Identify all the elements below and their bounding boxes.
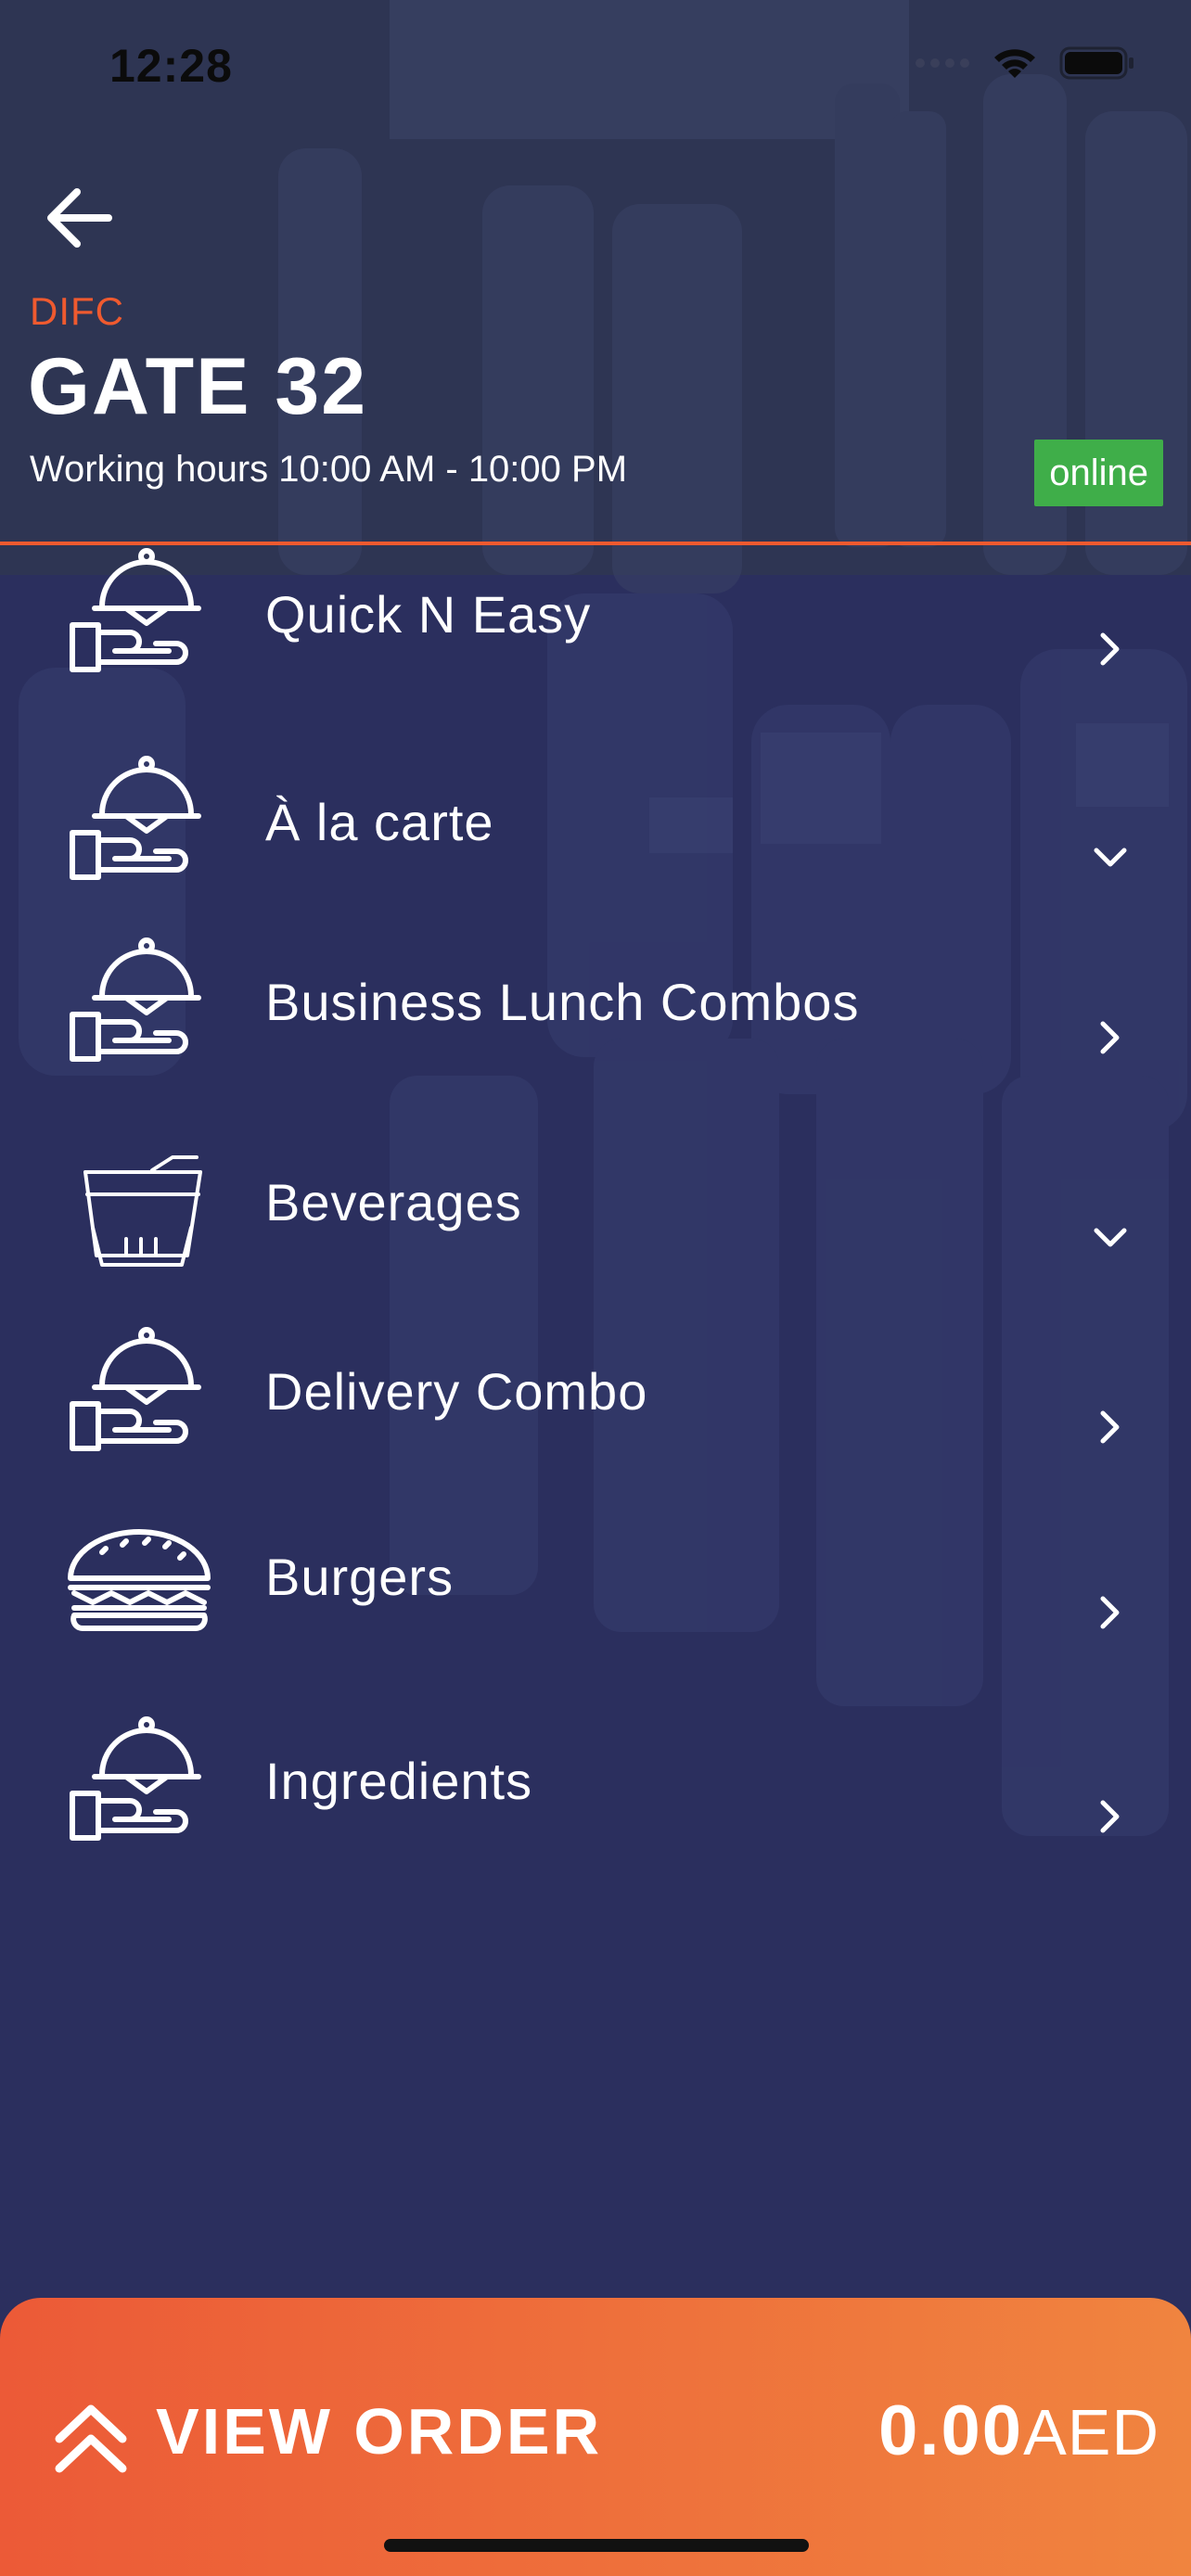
menu-category-label: Quick N Easy [265,585,592,644]
working-hours: Working hours 10:00 AM - 10:00 PM [30,449,628,490]
status-bar: 12:28 [0,0,1191,130]
back-button[interactable] [37,176,121,260]
home-indicator [384,2539,809,2552]
battery-icon [1059,46,1133,80]
arrow-left-icon [47,188,112,248]
menu-category-ingredients[interactable]: Ingredients [0,1712,1191,1869]
wifi-icon [994,49,1035,78]
burger-icon [68,1529,211,1631]
status-icons [915,45,1135,82]
status-badge: online [1034,440,1163,506]
view-order-label: VIEW ORDER [156,2395,603,2468]
chevron-right-icon [1100,1596,1120,1629]
chevron-right-icon [1100,1021,1120,1054]
serving-hand-icon [70,756,201,880]
signal-dots-icon [916,58,969,68]
restaurant-name: GATE 32 [28,342,368,431]
chevron-right-icon [1100,1410,1120,1444]
order-currency: AED [1023,2396,1159,2468]
menu-category-label: À la carte [265,793,494,851]
menu-category-beverages[interactable]: Beverages [0,1135,1191,1293]
serving-hand-icon [70,937,201,1062]
chevron-right-icon [1100,1800,1120,1833]
serving-hand-icon [70,548,201,672]
status-time: 12:28 [109,40,233,92]
order-amount: 0.00 [878,2391,1024,2470]
chevron-down-icon [1094,848,1127,867]
menu-category-a-la-carte[interactable]: À la carte [0,751,1191,909]
menu-category-label: Beverages [265,1173,522,1231]
menu-category-label: Burgers [265,1548,455,1606]
menu-category-delivery-combo[interactable]: Delivery Combo [0,1322,1191,1480]
view-order-button[interactable]: VIEW ORDER 0.00 AED [0,2298,1191,2576]
menu-category-label: Delivery Combo [265,1362,648,1421]
menu-category-label: Ingredients [265,1752,533,1810]
menu-category-quick-n-easy[interactable]: Quick N Easy [0,545,1191,694]
area-label: DIFC [30,289,124,333]
serving-hand-icon [70,1327,201,1451]
menu-category-burgers[interactable]: Burgers [0,1526,1191,1665]
menu-category-business-lunch-combos[interactable]: Business Lunch Combos [0,933,1191,1090]
menu-category-label: Business Lunch Combos [265,973,860,1031]
chevron-down-icon [1094,1228,1127,1247]
drink-cup-icon [83,1155,202,1267]
order-total: 0.00 AED [878,2391,1159,2471]
chevron-right-icon [1100,632,1120,666]
serving-hand-icon [70,1716,201,1841]
double-chevron-up-icon [55,2404,127,2473]
restaurant-header: DIFC GATE 32 Working hours 10:00 AM - 10… [0,130,1191,545]
